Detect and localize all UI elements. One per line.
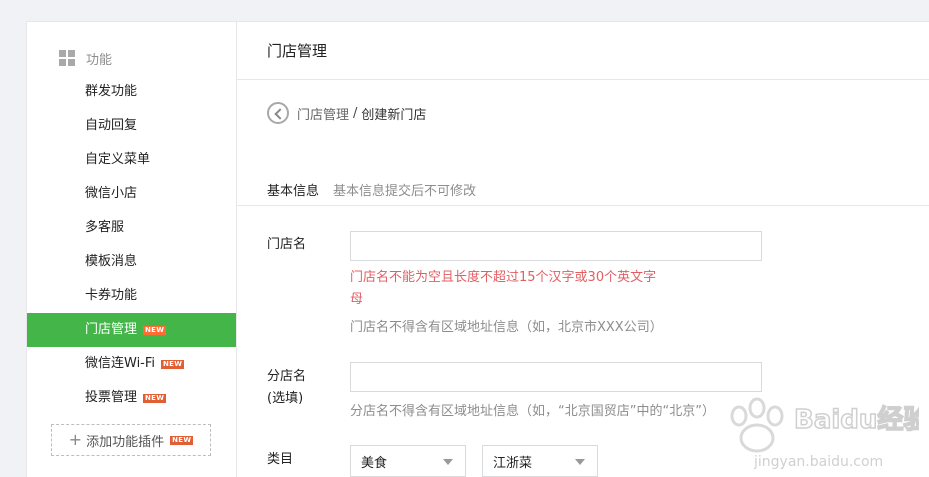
branch-name-input[interactable] xyxy=(350,362,762,392)
sidebar-item-label: 门店管理 xyxy=(85,322,138,337)
new-badge: NEW xyxy=(143,393,167,403)
section-header: 基本信息 基本信息提交后不可修改 xyxy=(267,180,476,199)
category-label: 类目 xyxy=(267,452,294,467)
category-secondary-value: 江浙菜 xyxy=(493,455,533,471)
branch-name-optional-note: (选填) xyxy=(267,391,304,406)
store-name-hint: 门店名不得含有区域地址信息（如，北京市XXX公司） xyxy=(350,320,663,335)
sidebar-heading: 功能 xyxy=(59,47,112,69)
sidebar-item-label: 群发功能 xyxy=(85,84,138,99)
page-title: 门店管理 xyxy=(267,42,328,60)
sidebar-item[interactable]: 模板消息 xyxy=(27,245,236,279)
sidebar-item-label: 微信连Wi-Fi xyxy=(85,356,156,371)
section-title: 基本信息 xyxy=(267,184,320,199)
main-content: 门店管理 门店管理 / 创建新门店 基本信息 基本信息提交后不可修改 门店名 门… xyxy=(237,22,929,477)
sidebar-item[interactable]: 群发功能 xyxy=(27,75,236,109)
sidebar-item[interactable]: 卡券功能 xyxy=(27,279,236,313)
store-name-error: 门店名不能为空且长度不超过15个汉字或30个英文字母 xyxy=(350,270,657,307)
section-tip: 基本信息提交后不可修改 xyxy=(333,184,477,199)
branch-name-hint: 分店名不得含有区域地址信息（如，“北京国贸店”中的“北京”） xyxy=(350,404,715,419)
sidebar-item-label: 多客服 xyxy=(85,220,125,235)
app-frame: 功能 群发功能 自动回复 自定义菜单 微信小店 多客服 模板消息 卡券功能 门店管理 NEW 微信… xyxy=(26,21,929,477)
breadcrumb-separator: / xyxy=(353,105,358,121)
sidebar-menu: 群发功能 自动回复 自定义菜单 微信小店 多客服 模板消息 卡券功能 门店管理 NEW 微信连Wi… xyxy=(27,75,236,415)
sidebar-item[interactable]: 微信连Wi-Fi NEW xyxy=(27,347,236,381)
sidebar-item-label: 模板消息 xyxy=(85,254,138,269)
sidebar-item[interactable]: 自动回复 xyxy=(27,109,236,143)
category-primary-value: 美食 xyxy=(361,455,388,471)
breadcrumb: 门店管理 / 创建新门店 xyxy=(267,100,426,126)
sidebar-heading-label: 功能 xyxy=(86,52,113,68)
sidebar-item-label: 微信小店 xyxy=(85,186,138,201)
new-badge: NEW xyxy=(170,435,194,445)
sidebar-item[interactable]: 投票管理 NEW xyxy=(27,381,236,415)
chevron-down-icon xyxy=(443,459,453,465)
sidebar-item[interactable]: 多客服 xyxy=(27,211,236,245)
plus-icon: + xyxy=(68,430,83,449)
store-name-label: 门店名 xyxy=(267,237,307,252)
breadcrumb-parent-link[interactable]: 门店管理 xyxy=(297,104,349,123)
sidebar-item[interactable]: 微信小店 xyxy=(27,177,236,211)
breadcrumb-current: 创建新门店 xyxy=(361,107,427,123)
sidebar-item-label: 自定义菜单 xyxy=(85,152,151,167)
sidebar: 功能 群发功能 自动回复 自定义菜单 微信小店 多客服 模板消息 卡券功能 门店管理 NEW 微信… xyxy=(27,22,237,477)
divider xyxy=(237,205,929,206)
sidebar-item-label: 卡券功能 xyxy=(85,288,138,303)
sidebar-item-label: 投票管理 xyxy=(85,390,138,405)
sidebar-item-label: 自动回复 xyxy=(85,118,138,133)
back-arrow-icon[interactable] xyxy=(267,102,289,124)
new-badge: NEW xyxy=(143,325,167,335)
branch-name-label: 分店名 xyxy=(267,369,307,384)
category-secondary-select[interactable]: 江浙菜 xyxy=(482,445,598,477)
sidebar-item[interactable]: 自定义菜单 xyxy=(27,143,236,177)
new-badge: NEW xyxy=(161,359,185,369)
chevron-down-icon xyxy=(575,459,585,465)
store-name-input[interactable] xyxy=(350,231,762,261)
add-plugin-button[interactable]: + 添加功能插件 NEW xyxy=(51,424,211,456)
function-grid-icon xyxy=(59,50,75,66)
category-primary-select[interactable]: 美食 xyxy=(350,445,466,477)
add-plugin-label: 添加功能插件 xyxy=(86,434,165,450)
sidebar-item[interactable]: 门店管理 NEW xyxy=(27,313,236,347)
divider xyxy=(237,79,929,80)
